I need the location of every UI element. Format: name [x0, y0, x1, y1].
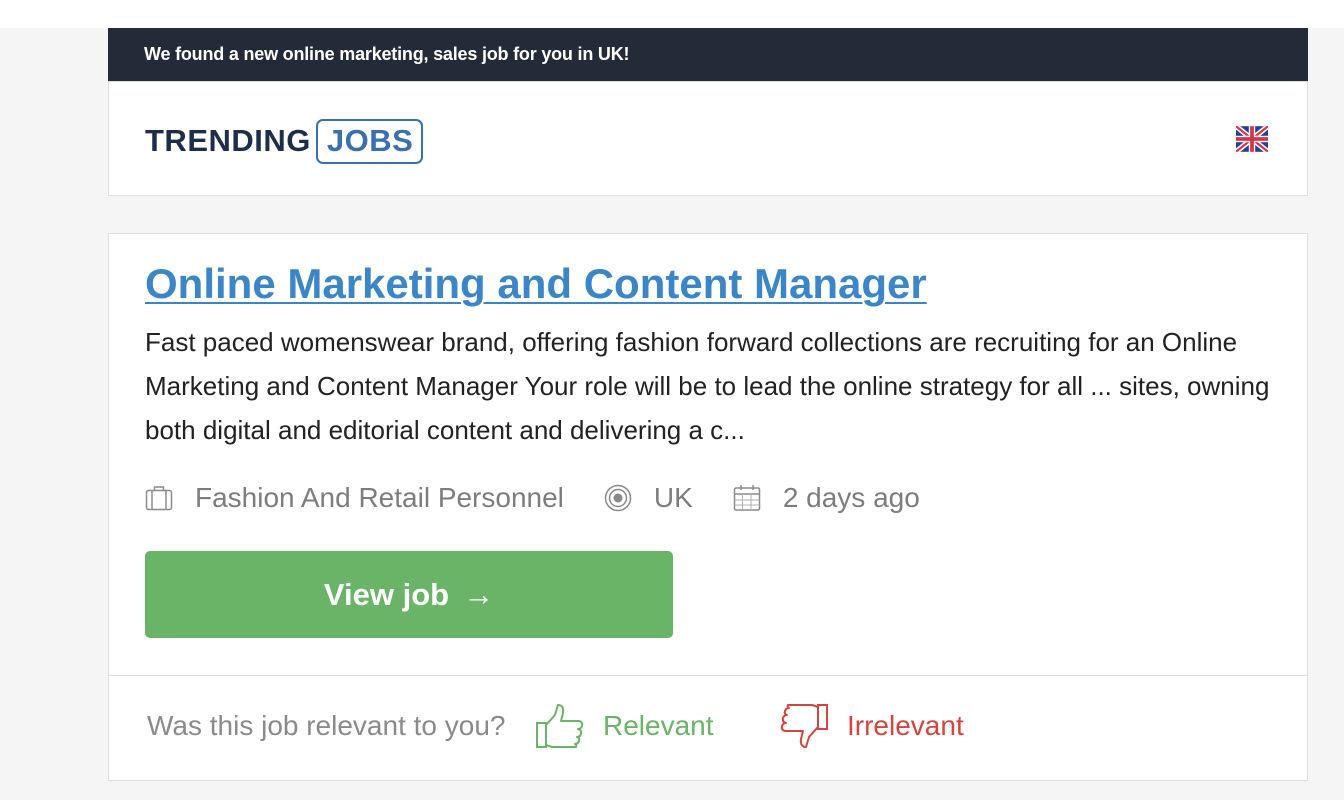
job-title-link[interactable]: Online Marketing and Content Manager	[145, 260, 927, 308]
feedback-bar: Was this job relevant to you? Relevant I…	[108, 675, 1308, 781]
logo-text-trending: TRENDING	[145, 123, 311, 158]
meta-company: Fashion And Retail Personnel	[145, 482, 564, 514]
logo-text-jobs: JOBS	[315, 118, 424, 164]
feedback-question: Was this job relevant to you?	[147, 710, 506, 741]
meta-posted: 2 days ago	[733, 482, 920, 514]
location-text: UK	[653, 482, 693, 513]
relevant-button[interactable]: Relevant	[535, 703, 714, 749]
calendar-icon	[733, 485, 761, 511]
job-card: Online Marketing and Content Manager Fas…	[108, 233, 1308, 676]
view-job-button[interactable]: View job →	[145, 551, 673, 638]
job-meta: Fashion And Retail Personnel UK 2 days a…	[145, 478, 920, 518]
uk-flag-icon	[1236, 126, 1268, 152]
posted-time: 2 days ago	[782, 482, 920, 513]
arrow-right-icon: →	[463, 576, 495, 612]
view-job-label: View job	[323, 576, 450, 612]
meta-location: UK	[604, 482, 693, 514]
job-description: Fast paced womenswear brand, offering fa…	[145, 327, 1270, 445]
relevant-label: Relevant	[603, 710, 714, 741]
irrelevant-label: Irrelevant	[847, 710, 964, 741]
thumbs-down-icon	[780, 704, 828, 748]
banner-text: We found a new online marketing, sales j…	[144, 44, 630, 64]
notification-banner: We found a new online marketing, sales j…	[108, 28, 1308, 81]
target-location-icon	[604, 484, 632, 512]
email-header: TRENDING JOBS	[108, 81, 1308, 196]
thumbs-up-icon	[536, 704, 584, 748]
top-strip	[0, 0, 1344, 28]
trending-jobs-logo[interactable]: TRENDING JOBS	[145, 118, 424, 164]
briefcase-icon	[145, 486, 173, 511]
company-name: Fashion And Retail Personnel	[195, 482, 564, 513]
irrelevant-button[interactable]: Irrelevant	[779, 703, 964, 749]
